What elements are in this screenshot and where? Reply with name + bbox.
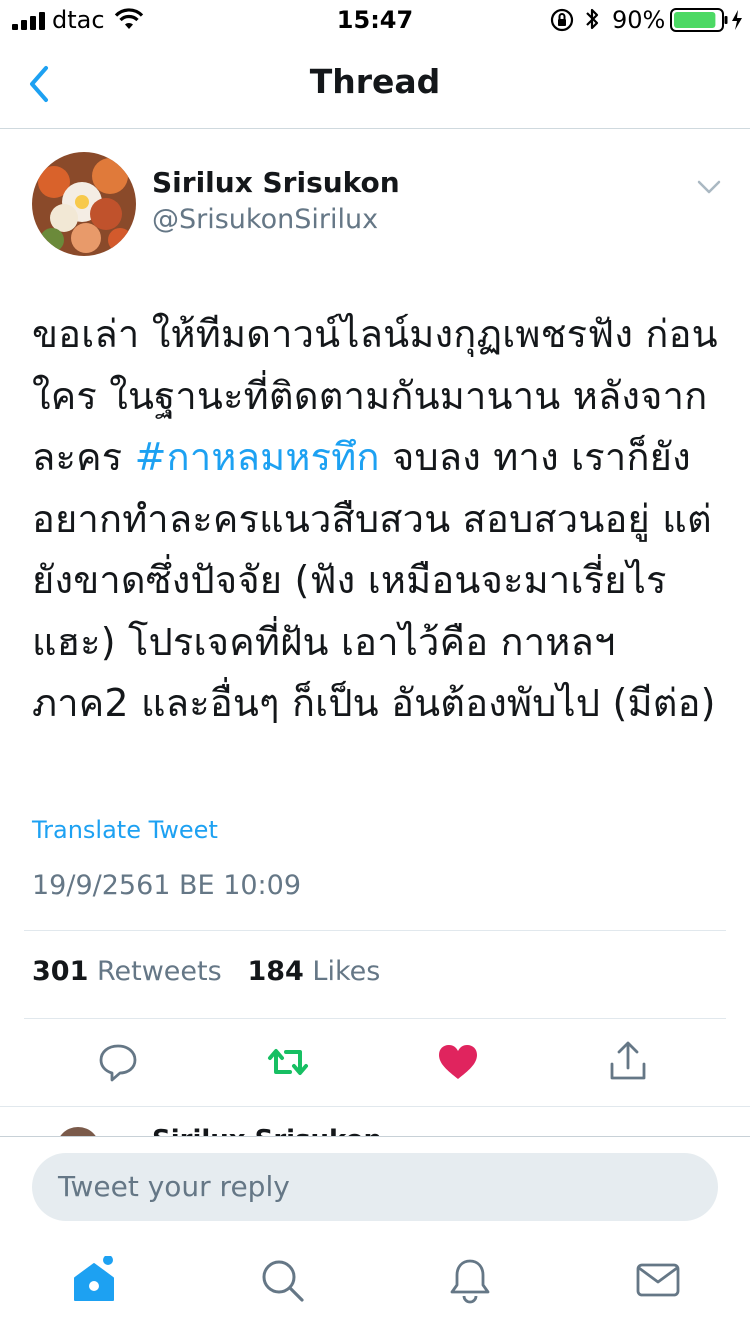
battery-percent: 90%: [612, 6, 666, 34]
like-label: Likes: [312, 956, 381, 987]
like-count: 184: [247, 956, 304, 987]
author-handle[interactable]: @SrisukonSirilux: [152, 204, 378, 235]
navigation-bar: Thread: [0, 40, 750, 129]
reply-icon[interactable]: [96, 1040, 140, 1084]
home-icon[interactable]: [70, 1256, 118, 1304]
engagement-stats: 301 Retweets 184 Likes: [32, 956, 380, 987]
translate-tweet-link[interactable]: Translate Tweet: [32, 816, 218, 844]
retweet-label: Retweets: [96, 956, 222, 987]
retweet-icon[interactable]: [266, 1040, 310, 1084]
next-tweet-peek[interactable]: Sirilux Srisukon: [0, 1106, 750, 1137]
tweet-timestamp: 19/9/2561 BE 10:09: [32, 870, 301, 901]
divider: [24, 930, 726, 931]
messages-icon[interactable]: [634, 1256, 682, 1304]
search-icon[interactable]: [258, 1256, 306, 1304]
author-name[interactable]: Sirilux Srisukon: [152, 166, 400, 199]
notifications-icon[interactable]: [446, 1256, 494, 1304]
retweets-stat[interactable]: 301 Retweets: [32, 956, 222, 987]
likes-stat[interactable]: 184 Likes: [247, 956, 380, 987]
reply-input[interactable]: [32, 1153, 718, 1221]
orientation-lock-icon: [550, 8, 574, 32]
heart-icon[interactable]: [436, 1040, 480, 1084]
divider: [24, 1018, 726, 1019]
tweet-text: ขอเล่า ให้ทีมดาวน์ไลน์มงกุฏเพชรฟัง ก่อน …: [32, 304, 722, 735]
share-icon[interactable]: [606, 1040, 650, 1084]
retweet-count: 301: [32, 956, 89, 987]
chevron-down-icon[interactable]: [696, 178, 722, 196]
bluetooth-icon: [586, 8, 599, 30]
reply-bar: [0, 1136, 750, 1237]
hashtag-link[interactable]: #กาหลมหรทึก: [135, 435, 380, 479]
battery-charging-icon: [670, 8, 742, 32]
tab-bar: [0, 1236, 750, 1334]
author-avatar[interactable]: [32, 152, 136, 256]
page-title: Thread: [309, 62, 441, 101]
status-bar: dtac 15:47 90%: [0, 0, 750, 40]
